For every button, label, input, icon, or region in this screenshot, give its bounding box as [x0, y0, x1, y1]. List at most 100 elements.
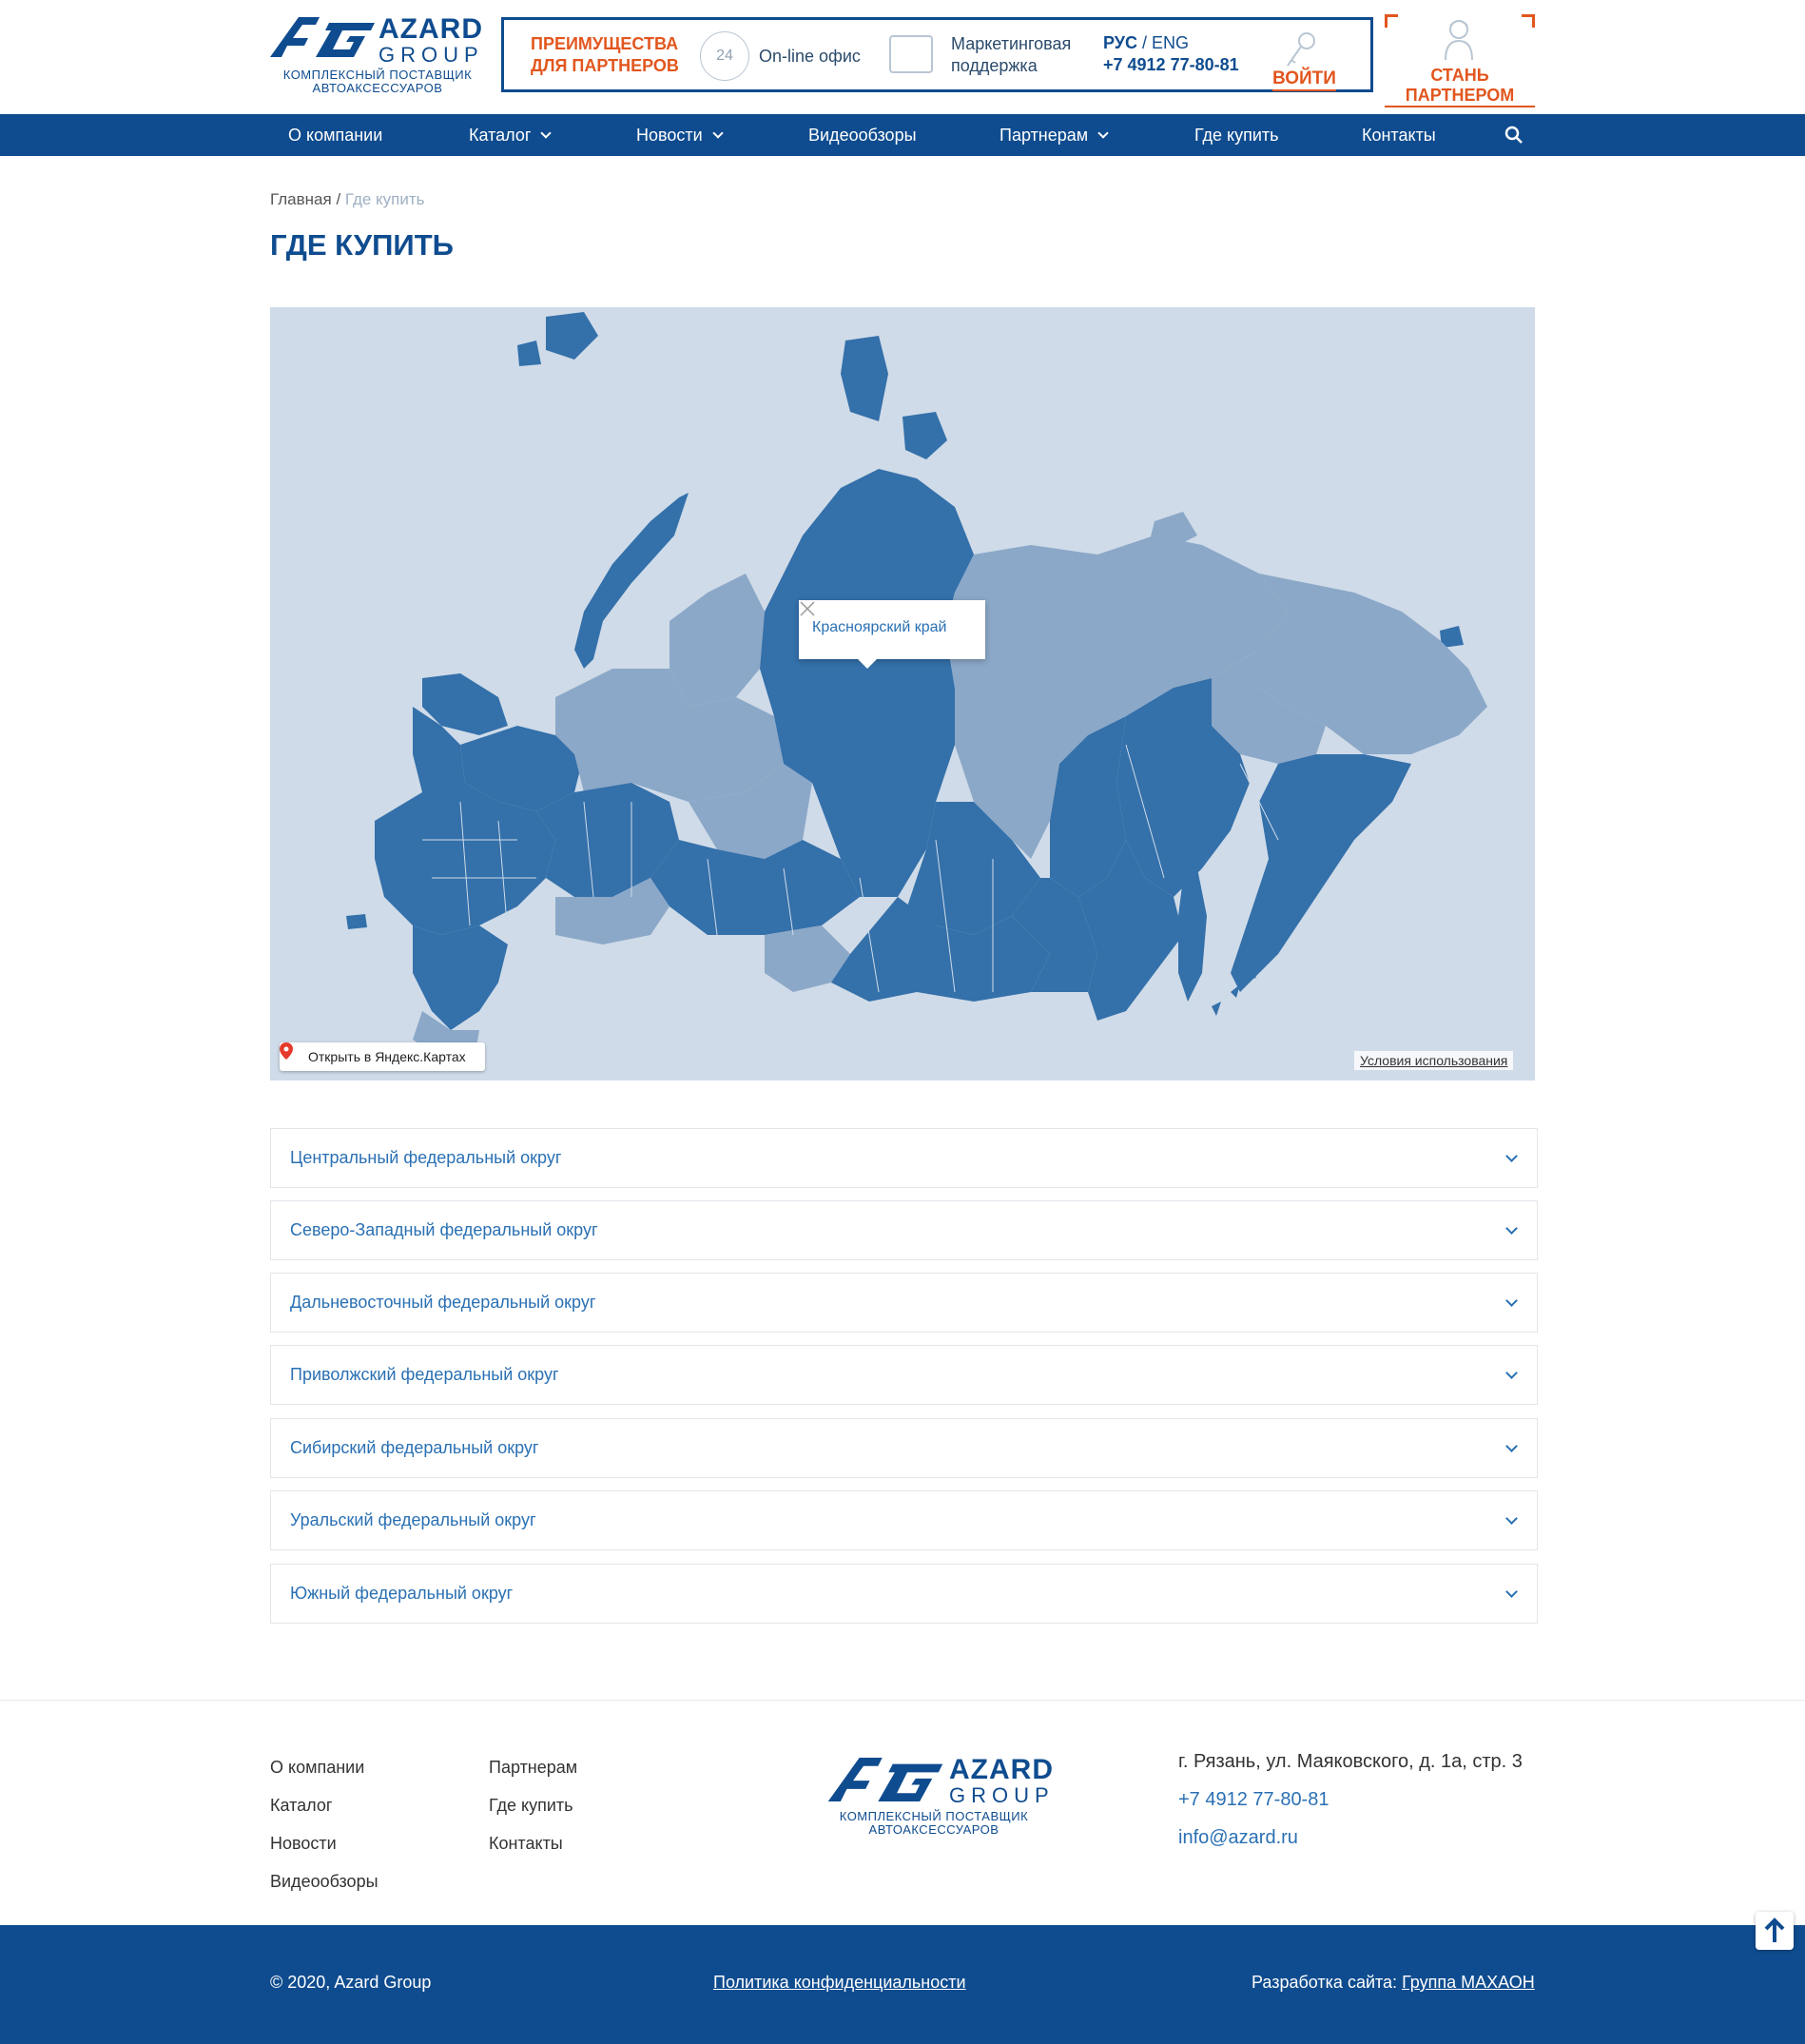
logo-tagline: КОМПЛЕКСНЫЙ ПОСТАВЩИК АВТОАКСЕССУАРОВ	[270, 68, 485, 95]
accordion-siberia[interactable]: Сибирский федеральный округ	[270, 1418, 1538, 1478]
corner-decor	[1522, 14, 1535, 28]
severnaya-zemlya	[841, 336, 888, 421]
footer-logo-tagline: КОМПЛЕКСНЫЙ ПОСТАВЩИК АВТОАКСЕССУАРОВ	[826, 1810, 1041, 1837]
header-info-box: ПРЕИМУЩЕСТВА ДЛЯ ПАРТНЕРОВ 24 On-line оф…	[501, 17, 1373, 92]
nav-item-news[interactable]: Новости	[636, 126, 724, 146]
map-pin-icon	[280, 1042, 293, 1060]
accordion-label: Центральный федеральный округ	[290, 1148, 562, 1167]
azard-logo-icon[interactable]	[270, 17, 375, 57]
chevron-down-icon	[712, 127, 724, 139]
footer-link-videos[interactable]: Видеообзоры	[270, 1872, 378, 1892]
close-icon[interactable]	[799, 600, 816, 617]
russia-regions-map[interactable]	[270, 307, 1535, 1080]
footer-link-about[interactable]: О компании	[270, 1758, 364, 1778]
footer-logo-brand: AZARD	[949, 1754, 1054, 1785]
logo-wordmark[interactable]: AZARD GROUP	[378, 15, 484, 67]
footer-divider	[0, 1700, 1805, 1701]
breadcrumb: Главная / Где купить	[270, 190, 425, 209]
accordion-south[interactable]: Южный федеральный округ	[270, 1564, 1538, 1624]
footer-phone[interactable]: +7 4912 77-80-81	[1178, 1789, 1329, 1811]
chevron-down-icon	[1505, 1367, 1518, 1379]
logo-tagline-line1: КОМПЛЕКСНЫЙ ПОСТАВЩИК	[282, 68, 473, 82]
key-icon	[1287, 32, 1315, 67]
region-yamal	[670, 574, 765, 707]
footer-link-where-to-buy[interactable]: Где купить	[489, 1796, 573, 1816]
accordion-volga[interactable]: Приволжский федеральный округ	[270, 1345, 1538, 1405]
nav-label: Партнерам	[1000, 126, 1089, 145]
breadcrumb-home[interactable]: Главная	[270, 190, 332, 208]
accordion-label: Северо-Западный федеральный округ	[290, 1220, 598, 1239]
open-in-yandex-label: Открыть в Яндекс.Картах	[308, 1049, 466, 1064]
online-office-link[interactable]: On-line офис	[759, 47, 861, 67]
footer-link-partners[interactable]: Партнерам	[489, 1758, 577, 1778]
clock-24-icon: 24	[700, 31, 749, 81]
developer-prefix: Разработка сайта:	[1252, 1973, 1403, 1992]
yandex-map[interactable]: Красноярский край Открыть в Яндекс.Карта…	[270, 307, 1535, 1080]
footer-tagline-line2: АВТОАКСЕССУАРОВ	[868, 1822, 1000, 1837]
accordion-central[interactable]: Центральный федеральный округ	[270, 1128, 1538, 1188]
nav-label: Контакты	[1362, 126, 1436, 145]
accordion-fareast[interactable]: Дальневосточный федеральный округ	[270, 1273, 1538, 1333]
login-link[interactable]: ВОЙТИ	[1272, 68, 1336, 91]
nav-label: Видеообзоры	[808, 126, 917, 145]
clock-24-label: 24	[716, 48, 733, 64]
region-kaliningrad	[346, 914, 367, 929]
footer-link-contacts[interactable]: Контакты	[489, 1834, 563, 1854]
accordion-label: Сибирский федеральный округ	[290, 1438, 539, 1457]
lang-ru[interactable]: РУС	[1103, 33, 1137, 52]
nav-item-where-to-buy[interactable]: Где купить	[1194, 126, 1279, 146]
footer-link-catalog[interactable]: Каталог	[270, 1796, 332, 1816]
nav-item-partners[interactable]: Партнерам	[1000, 126, 1109, 146]
become-partner-box[interactable]: СТАНЬ ПАРТНЕРОМ	[1385, 14, 1535, 107]
accordion-label: Приволжский федеральный округ	[290, 1365, 559, 1384]
chevron-down-icon	[1505, 1440, 1518, 1452]
advantages-line1: ПРЕИМУЩЕСТВА	[531, 34, 679, 53]
chevron-down-icon	[1097, 127, 1109, 139]
chevron-down-icon	[1505, 1150, 1518, 1162]
arctic-island	[902, 412, 947, 459]
copyright: © 2020, Azard Group	[270, 1973, 432, 1992]
chevron-down-icon	[1505, 1512, 1518, 1525]
marketing-line1: Маркетинговая	[951, 34, 1072, 53]
footer-logo-icon[interactable]	[826, 1758, 944, 1801]
header-phone[interactable]: +7 4912 77-80-81	[1103, 55, 1239, 75]
nav-item-catalog[interactable]: Каталог	[469, 126, 553, 146]
region-kamchatka	[1231, 754, 1411, 992]
nav-item-contacts[interactable]: Контакты	[1362, 126, 1436, 146]
partner-person-icon	[1445, 20, 1473, 60]
monitor-icon	[889, 35, 933, 73]
advantages-line2: ДЛЯ ПАРТНЕРОВ	[531, 56, 679, 75]
nav-label: О компании	[288, 126, 383, 145]
accordion-ural[interactable]: Уральский федеральный округ	[270, 1490, 1538, 1550]
franz-josef-island	[546, 312, 598, 360]
balloon-tail	[856, 657, 879, 669]
accordion-label: Южный федеральный округ	[290, 1584, 514, 1603]
lang-en[interactable]: ENG	[1152, 33, 1189, 52]
partner-advantages-link[interactable]: ПРЕИМУЩЕСТВА ДЛЯ ПАРТНЕРОВ	[531, 33, 702, 77]
accordion-label: Уральский федеральный округ	[290, 1510, 536, 1529]
footer-link-news[interactable]: Новости	[270, 1834, 337, 1854]
accordion-label: Дальневосточный федеральный округ	[290, 1293, 596, 1312]
accordion-northwest[interactable]: Северо-Западный федеральный округ	[270, 1200, 1538, 1260]
footer-logo-group: GROUP	[949, 1783, 1055, 1807]
nav-item-about[interactable]: О компании	[288, 126, 382, 146]
map-terms-link[interactable]: Условия использования	[1354, 1051, 1514, 1070]
footer-tagline-line1: КОМПЛЕКСНЫЙ ПОСТАВЩИК	[839, 1809, 1029, 1823]
scroll-to-top-button[interactable]	[1756, 1912, 1794, 1950]
developer-link[interactable]: Группа МАХАОН	[1402, 1973, 1535, 1992]
logo-brand: AZARD	[378, 13, 483, 45]
footer-email[interactable]: info@azard.ru	[1178, 1827, 1298, 1849]
privacy-policy-link[interactable]: Политика конфиденциальности	[713, 1973, 966, 1993]
nav-label: Где купить	[1194, 126, 1279, 145]
nav-item-videos[interactable]: Видеообзоры	[808, 126, 917, 146]
become-partner-link[interactable]: СТАНЬ ПАРТНЕРОМ	[1385, 66, 1535, 107]
logo-tagline-line2: АВТОАКСЕССУАРОВ	[312, 81, 443, 95]
search-icon[interactable]	[1504, 126, 1524, 145]
corner-decor	[1385, 14, 1398, 28]
footer-logo-wordmark[interactable]: AZARD GROUP	[949, 1756, 1055, 1807]
chevron-down-icon	[1505, 1222, 1518, 1235]
marketing-support-link[interactable]: Маркетинговая поддержка	[951, 33, 1071, 77]
open-in-yandex-maps-button[interactable]: Открыть в Яндекс.Картах	[280, 1042, 485, 1071]
chevron-down-icon	[1505, 1586, 1518, 1598]
region-balloon[interactable]: Красноярский край	[799, 600, 985, 669]
